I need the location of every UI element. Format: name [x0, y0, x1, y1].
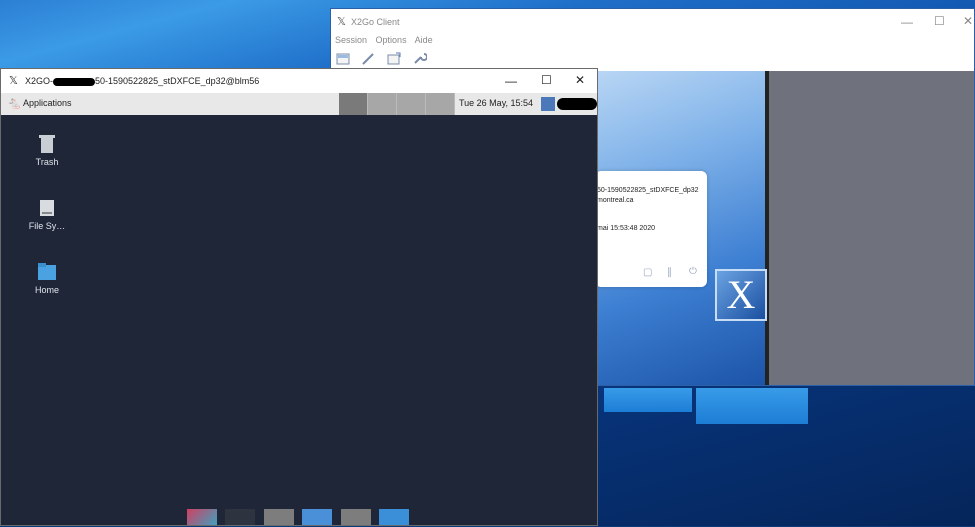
wallpaper-pane	[604, 388, 692, 412]
desktop-icon-label: Trash	[35, 157, 59, 167]
x2go-logo: X	[715, 269, 767, 321]
menu-session[interactable]: Session	[335, 35, 367, 45]
xfce-dock	[187, 509, 413, 525]
session-card[interactable]: 50-1590522825_stDXFCE_dp32 montreal.ca m…	[595, 171, 707, 287]
power-icon[interactable]: ⏻	[689, 266, 697, 277]
trash-icon	[39, 135, 55, 153]
desktop-icon-label: Home	[34, 285, 59, 295]
dock-item[interactable]	[340, 509, 371, 525]
close-button[interactable]: ✕	[963, 14, 973, 28]
maximize-button[interactable]: ☐	[541, 73, 552, 87]
workspace-3[interactable]	[397, 93, 426, 115]
client-right-panel	[769, 71, 974, 385]
dock-show-desktop[interactable]	[187, 509, 217, 525]
network-icon[interactable]	[541, 97, 555, 111]
menu-aide[interactable]: Aide	[415, 35, 433, 45]
edit-session-icon[interactable]	[360, 51, 376, 67]
session-titlebar: 𝕏 X2GO- 50-1590522825_stDXFCE_dp32@blm56 …	[1, 69, 597, 93]
new-session-icon[interactable]	[335, 51, 351, 67]
home-folder-icon	[38, 263, 56, 280]
client-menubar: Session Options Aide	[335, 35, 439, 45]
minimize-button[interactable]: —	[505, 74, 517, 88]
xfce-panel: 🐁 Applications Tue 26 May, 15:54	[1, 93, 597, 116]
client-titlebar: 𝕏 X2Go Client — ☐ ✕	[331, 9, 974, 37]
desktop-icon-file-system[interactable]: File Sy…	[17, 197, 77, 231]
workspace-1[interactable]	[339, 93, 368, 115]
desktop-icon-label: File Sy…	[28, 221, 66, 231]
x2go-session-window: 𝕏 X2GO- 50-1590522825_stDXFCE_dp32@blm56 …	[0, 68, 598, 526]
wallpaper-pane	[696, 388, 808, 424]
pause-icon[interactable]: ∥	[667, 267, 672, 278]
applications-menu[interactable]: Applications	[23, 98, 72, 108]
drive-icon	[40, 200, 54, 216]
menu-options[interactable]: Options	[376, 35, 407, 45]
x2go-icon: 𝕏	[337, 16, 346, 28]
folder-icon[interactable]	[379, 509, 410, 525]
xfce-desktop: Trash File Sy… Home	[1, 115, 597, 525]
minimize-button[interactable]: —	[901, 15, 913, 29]
desktop-icon-home[interactable]: Home	[17, 261, 77, 295]
export-session-icon[interactable]	[386, 51, 402, 67]
session-card-server: montreal.ca	[597, 197, 634, 204]
preferences-icon[interactable]	[411, 51, 429, 67]
xfce-mouse-icon[interactable]: 🐁	[7, 96, 22, 110]
redaction	[53, 77, 96, 86]
session-title: X2GO- 50-1590522825_stDXFCE_dp32@blm56	[25, 76, 260, 86]
close-button[interactable]: ✕	[575, 73, 585, 87]
maximize-button[interactable]: ☐	[934, 14, 945, 28]
redaction	[557, 98, 597, 110]
window-icon[interactable]: ▢	[643, 267, 652, 278]
workspace-2[interactable]	[368, 93, 397, 115]
panel-clock[interactable]: Tue 26 May, 15:54	[459, 98, 533, 108]
x2go-icon: 𝕏	[9, 75, 18, 87]
session-card-name: 50-1590522825_stDXFCE_dp32	[597, 187, 699, 194]
workspace-4[interactable]	[426, 93, 455, 115]
desktop-icon-trash[interactable]: Trash	[17, 133, 77, 167]
session-card-time: mai 15:53:48 2020	[597, 225, 655, 232]
client-title: X2Go Client	[351, 17, 400, 27]
dock-item[interactable]	[263, 509, 294, 525]
file-manager-icon[interactable]	[302, 509, 333, 525]
terminal-icon[interactable]	[225, 509, 256, 525]
